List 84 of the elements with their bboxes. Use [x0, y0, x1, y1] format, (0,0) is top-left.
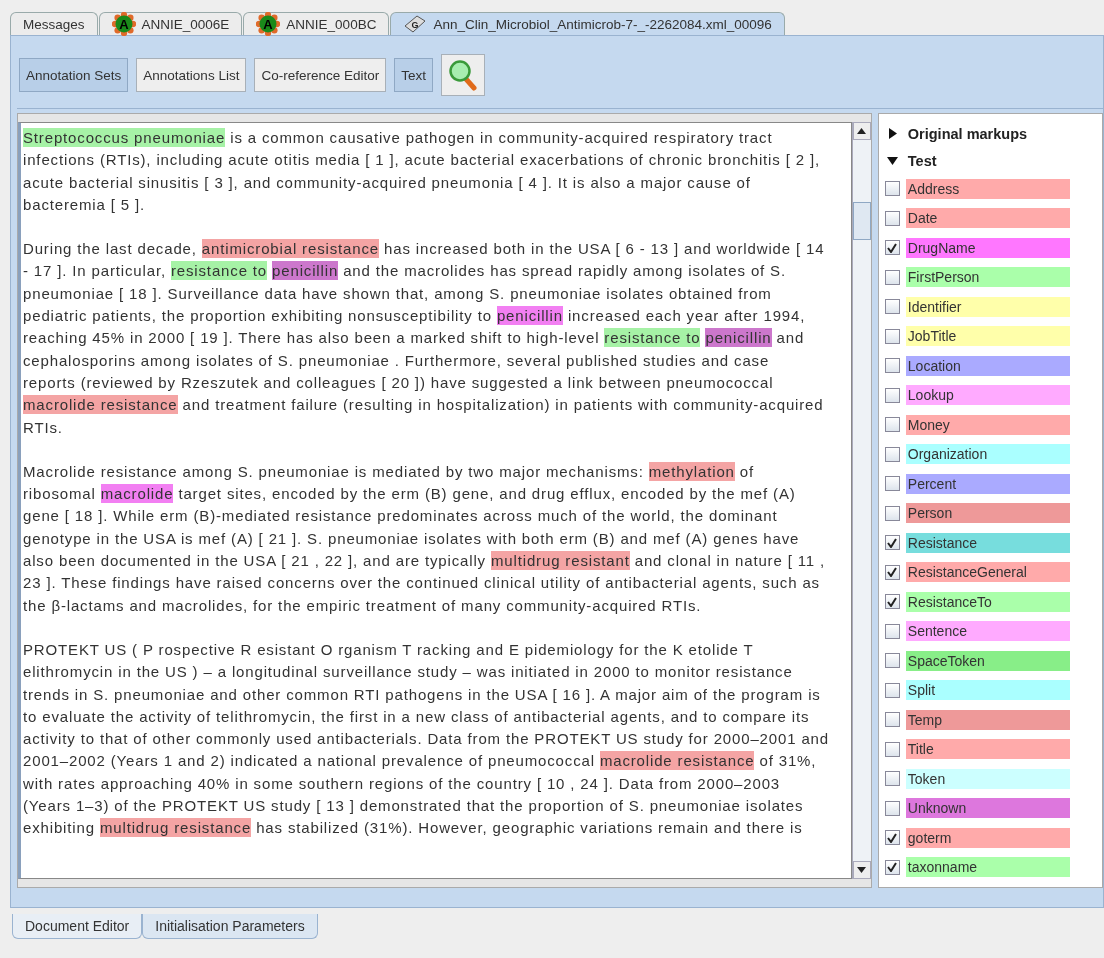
checkbox[interactable] — [884, 623, 900, 639]
checkbox[interactable] — [884, 535, 900, 551]
search-button[interactable] — [440, 54, 485, 96]
checkbox[interactable] — [884, 771, 900, 787]
annotation-type-label[interactable]: Date — [905, 208, 1070, 229]
checkbox[interactable] — [884, 476, 900, 492]
search-icon — [447, 59, 478, 91]
document-tab[interactable]: G Ann_Clin_Microbiol_Antimicrob-7-_-2262084.xml_00096 — [390, 12, 785, 35]
checkmark-icon — [887, 596, 898, 607]
annotation-type-label[interactable]: SpaceToken — [905, 650, 1070, 671]
checkbox[interactable] — [884, 269, 900, 285]
checkmark-icon — [887, 537, 898, 548]
expanded-caret-icon[interactable] — [886, 155, 898, 166]
paragraph: During the last decade, antimicrobial resistance has increased both in the USA [ 6 - 13 ] and worldwide [ 14 - 17 ]. In particular, resistance to penicillin and the macrolides has spread rapidly among isolates of S. pneumoniae [ 18 ]. Surveillance data have shown that, among S. pneumoniae isolates obtained from pediatric patients, the proportion exhibiting nonsusceptibility to penicillin increased each year after 1994, reaching 45% in 2000 [ 19 ]. There has also been a marked shift to high-level resistance to penicillin and cephalosporins among isolates of S. pneumoniae . Furthermore, several published studies and case reports (reviewed by Rzeszutek and colleagues [ 20 ]) have suggested a link between pneumococcal macrolide resistance and treatment failure (resulting in hospitalization) in patients with community-acquired RTIs. — [23, 238, 826, 438]
collapsed-caret-icon[interactable] — [886, 128, 898, 139]
toolbar-button[interactable]: Co-reference Editor — [254, 58, 387, 92]
checkbox[interactable] — [884, 594, 900, 610]
checkmark-icon — [887, 832, 898, 843]
bottom-tab[interactable]: Initialisation Parameters — [142, 914, 318, 939]
checkbox[interactable] — [884, 682, 900, 698]
paragraph: Streptococcus pneumoniae is a common causative pathogen in community-acquired respiratory tract infections (RTIs), including acute otitis media [ 1 ], acute bacterial exacerbations of chronic bronchitis [ 2 ], acute bacterial sinusitis [ 3 ], and community-acquired pneumonia [ 4 ]. It is also a major cause of bacteremia [ 5 ]. — [23, 127, 821, 215]
annotation-type-label[interactable]: Money — [905, 414, 1070, 435]
annotation-type-label[interactable]: Split — [905, 680, 1070, 701]
checkbox[interactable] — [884, 653, 900, 669]
tab-label: Messages — [23, 16, 85, 32]
paragraph: PROTEKT US ( P rospective R esistant O rganism T racking and E pidemiology for the K etolide T elithromycin in the US ) – a longitudinal surveillance study – was initiated in 2000 to monitor resistance trends in S. pneumoniae and other common RTI pathogens in the USA [ 16 ]. A major aim of the program is to evaluate the activity of telithromycin, the first in a new class of antibacterial agents, and to compare its activity to that of other commonly used antibacterials. Data from the PROTEKT US study for 2000–2001 and 2001–2002 (Years 1 and 2) indicated a national prevalence of pneumococcal macrolide resistance of 31%, with rates approaching 40% in some southern regions of the country [ 10 , 24 ]. Data from 2000–2003 (Years 1–3) of the PROTEKT US study [ 13 ] demonstrated that the proportion of S. pneumoniae isolates exhibiting multidrug resistance has stabilized (31%). However, geographic variations remain and there is — [23, 639, 830, 840]
toolbar-button[interactable]: Annotations List — [136, 58, 247, 92]
bottom-tab[interactable]: Document Editor — [12, 914, 143, 939]
checkbox[interactable] — [884, 505, 900, 521]
checkbox[interactable] — [884, 387, 900, 403]
checkbox[interactable] — [884, 564, 900, 580]
tree-node-label: Original markups — [907, 125, 1028, 142]
checkbox[interactable] — [884, 859, 900, 875]
annotation-type-label[interactable]: Title — [905, 739, 1070, 760]
annotation-type-label[interactable]: Lookup — [905, 385, 1070, 406]
checkbox[interactable] — [884, 417, 900, 433]
annotation-type-label[interactable]: ResistanceGeneral — [905, 562, 1070, 583]
checkbox[interactable] — [884, 358, 900, 374]
annotation-type-label[interactable]: DrugName — [905, 237, 1070, 258]
document-tab[interactable]: A ANNIE_000BC — [243, 12, 390, 35]
annotation-type-label[interactable]: Person — [905, 503, 1070, 524]
annotation-type-label[interactable]: Sentence — [905, 621, 1070, 642]
checkmark-icon — [887, 242, 898, 253]
toolbar-button[interactable]: Annotation Sets — [19, 58, 129, 92]
tree-node[interactable]: Original markups — [884, 120, 1102, 147]
annotation-type-label[interactable]: Organization — [905, 444, 1070, 465]
annotation-type-label[interactable]: Resistance — [905, 532, 1070, 553]
tree-node-label: Test — [907, 152, 937, 169]
annotation-type-label[interactable]: Unknown — [905, 798, 1070, 819]
checkbox[interactable] — [884, 181, 900, 197]
document-tab[interactable]: Messages — [10, 12, 98, 35]
checkbox[interactable] — [884, 741, 900, 757]
checkbox[interactable] — [884, 328, 900, 344]
tab-label: ANNIE_000BC — [286, 16, 377, 32]
annotation-type-label[interactable]: Percent — [905, 473, 1070, 494]
checkbox[interactable] — [884, 240, 900, 256]
checkbox[interactable] — [884, 830, 900, 846]
scrollbar-thumb[interactable] — [852, 202, 871, 240]
document-tab[interactable]: A ANNIE_0006E — [98, 12, 243, 35]
tree-node[interactable]: Test — [884, 147, 1102, 174]
annotation-type-label[interactable]: Location — [905, 355, 1070, 376]
checkmark-icon — [887, 862, 898, 873]
checkbox[interactable] — [884, 712, 900, 728]
checkbox[interactable] — [884, 299, 900, 315]
annotation-type-label[interactable]: FirstPerson — [905, 267, 1070, 288]
checkbox[interactable] — [884, 446, 900, 462]
checkbox[interactable] — [884, 210, 900, 226]
tab-label: Ann_Clin_Microbiol_Antimicrob-7-_-2262084.xml_00096 — [433, 16, 772, 32]
annotation-type-label[interactable]: Address — [905, 178, 1070, 199]
annotation-type-label[interactable]: JobTitle — [905, 326, 1070, 347]
checkmark-icon — [887, 567, 898, 578]
document-icon: G — [403, 14, 428, 34]
annotation-type-label[interactable]: goterm — [905, 827, 1070, 848]
scroll-down-icon[interactable] — [857, 867, 867, 873]
annotation-type-label[interactable]: taxonname — [905, 857, 1070, 878]
tab-label: ANNIE_0006E — [141, 16, 230, 32]
annotation-type-label[interactable]: Identifier — [905, 296, 1070, 317]
scroll-up-icon[interactable] — [857, 128, 867, 134]
annotation-type-label[interactable]: Temp — [905, 709, 1070, 730]
toolbar-button[interactable]: Text — [394, 58, 433, 92]
paragraph: Macrolide resistance among S. pneumoniae is mediated by two major mechanisms: methylation of ribosomal macrolide target sites, encoded by the erm (B) gene, and drug efflux, encoded by the mef (A) gene [ 18 ]. While erm (B)-mediated resistance predominates across much of the world, the dominant genotype in the USA is mef (A) [ 21 ]. S. pneumoniae isolates with both erm (B) and mef (A) genes have also been documented in the USA [ 21 , 22 ], and are typically multidrug resistant and clonal in nature [ 11 , 23 ]. These findings have raised concerns over the continued clinical utility of antibacterial agents, such as the β-lactams and macrolides, for the empiric treatment of many community-acquired RTIs. — [23, 460, 826, 616]
annotation-type-label[interactable]: Token — [905, 768, 1070, 789]
annotation-type-label[interactable]: ResistanceTo — [905, 591, 1070, 612]
checkbox[interactable] — [884, 800, 900, 816]
